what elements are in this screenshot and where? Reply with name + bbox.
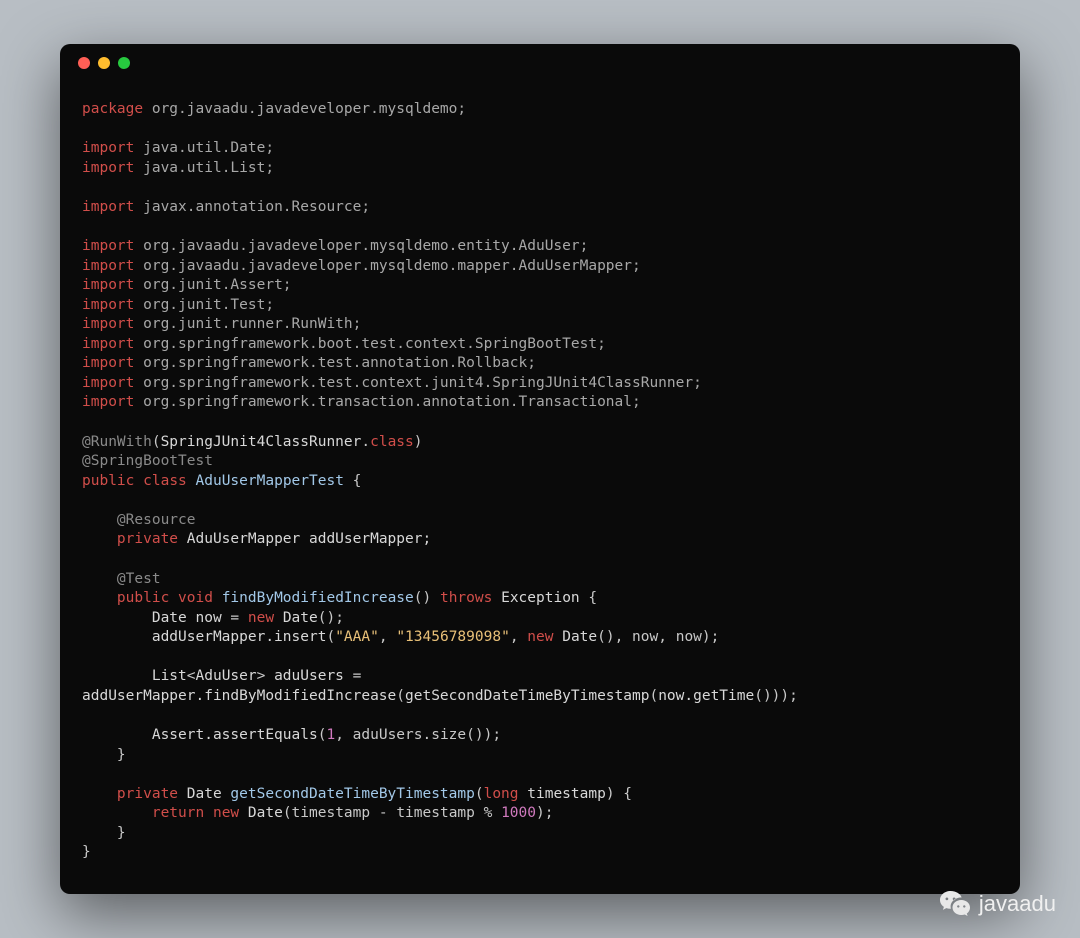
minimize-button[interactable] bbox=[98, 57, 110, 69]
wechat-icon bbox=[939, 888, 971, 920]
watermark-text: javaadu bbox=[979, 891, 1056, 917]
close-button[interactable] bbox=[78, 57, 90, 69]
window-titlebar bbox=[60, 44, 1020, 82]
code-window: package org.javaadu.javadeveloper.mysqld… bbox=[60, 44, 1020, 894]
watermark: javaadu bbox=[939, 888, 1056, 920]
code-content: package org.javaadu.javadeveloper.mysqld… bbox=[60, 82, 1020, 881]
maximize-button[interactable] bbox=[118, 57, 130, 69]
